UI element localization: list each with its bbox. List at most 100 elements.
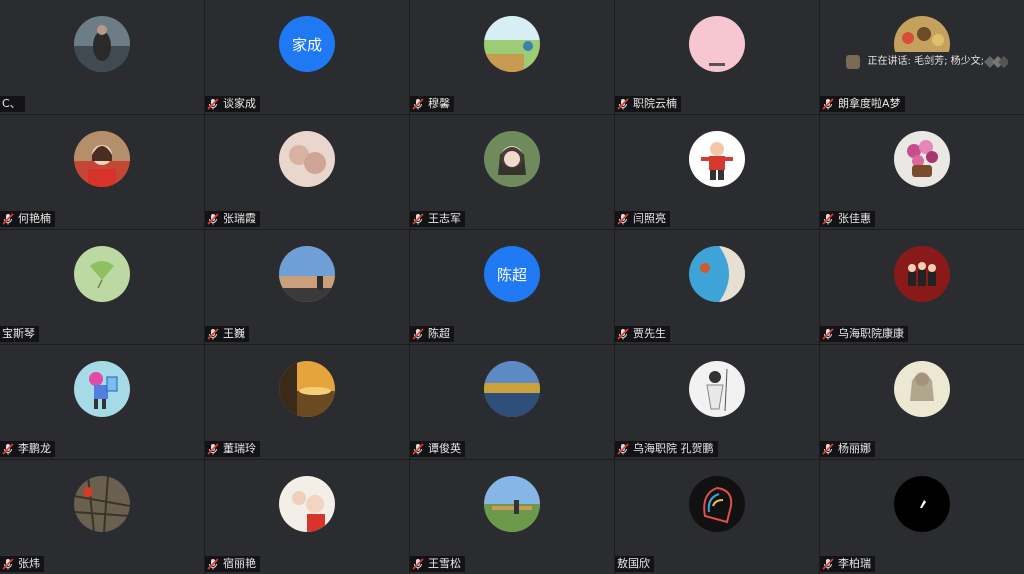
participant-tile[interactable]: C、 <box>0 0 204 114</box>
participant-tile[interactable]: 宝斯琴 <box>0 230 204 344</box>
participant-tile[interactable]: 乌海职院康康 <box>820 230 1024 344</box>
participant-name-label: C、 <box>0 96 25 112</box>
mic-muted-icon <box>412 558 424 570</box>
participant-name-label: 杨丽娜 <box>820 441 875 457</box>
participant-name: 李鹏龙 <box>18 442 51 455</box>
participant-name: 谭俊英 <box>428 442 461 455</box>
avatar <box>484 361 540 417</box>
avatar <box>689 361 745 417</box>
mic-muted-icon <box>617 443 629 455</box>
participant-name-label: 王志军 <box>410 211 465 227</box>
participant-name: 董瑞玲 <box>223 442 256 455</box>
participant-name-label: 穆馨 <box>410 96 454 112</box>
participant-name: 乌海职院 孔贺鹏 <box>633 442 714 455</box>
participant-name-label: 李柏瑞 <box>820 556 875 572</box>
participant-tile[interactable]: 贾先生 <box>615 230 819 344</box>
participant-name: 穆馨 <box>428 97 450 110</box>
participant-tile[interactable]: 何艳楠 <box>0 115 204 229</box>
participant-name-label: 张佳惠 <box>820 211 875 227</box>
avatar <box>74 361 130 417</box>
participant-name: 王巍 <box>223 327 245 340</box>
participant-name-label: 宿丽艳 <box>205 556 260 572</box>
participant-name: C、 <box>2 97 21 110</box>
participant-tile[interactable]: 杨丽娜 <box>820 345 1024 459</box>
mic-muted-icon <box>2 443 14 455</box>
mic-muted-icon <box>207 558 219 570</box>
avatar <box>894 361 950 417</box>
participant-name-label: 李鹏龙 <box>0 441 55 457</box>
participant-name-label: 王巍 <box>205 326 249 342</box>
participant-name-label: 闫照亮 <box>615 211 670 227</box>
participant-name-label: 张瑞霞 <box>205 211 260 227</box>
participant-name: 陈超 <box>428 327 450 340</box>
avatar-initials: 家成 <box>291 35 322 54</box>
avatar <box>74 476 130 532</box>
participant-name: 杨丽娜 <box>838 442 871 455</box>
mic-muted-icon <box>207 328 219 340</box>
participant-name: 敖国欣 <box>617 557 650 570</box>
mic-muted-icon <box>412 213 424 225</box>
participant-tile[interactable]: 王志军 <box>410 115 614 229</box>
participant-grid: C、 家成 谈家成 穆馨 职院云楠 朗拿度啦A梦 正在讲话: 毛剑芳; 杨少文; <box>0 0 1024 574</box>
participant-name: 张佳惠 <box>838 212 871 225</box>
participant-name-label: 朗拿度啦A梦 <box>820 96 905 112</box>
participant-name: 宝斯琴 <box>2 327 35 340</box>
participant-tile[interactable]: 王雪松 <box>410 460 614 574</box>
mic-muted-icon <box>822 98 834 110</box>
participant-tile[interactable]: 朗拿度啦A梦 正在讲话: 毛剑芳; 杨少文; <box>820 0 1024 114</box>
participant-tile[interactable]: 宿丽艳 <box>205 460 409 574</box>
participant-name-label: 谈家成 <box>205 96 260 112</box>
mic-muted-icon <box>617 98 629 110</box>
participant-name: 王雪松 <box>428 557 461 570</box>
participant-name-label: 董瑞玲 <box>205 441 260 457</box>
avatar <box>484 16 540 72</box>
mic-muted-icon <box>207 443 219 455</box>
mic-muted-icon <box>412 328 424 340</box>
participant-tile[interactable]: 乌海职院 孔贺鹏 <box>615 345 819 459</box>
mic-muted-icon <box>822 213 834 225</box>
participant-name: 张炜 <box>18 557 40 570</box>
participant-name: 宿丽艳 <box>223 557 256 570</box>
mic-muted-icon <box>207 213 219 225</box>
avatar <box>279 246 335 302</box>
avatar <box>689 246 745 302</box>
participant-name: 贾先生 <box>633 327 666 340</box>
mic-muted-icon <box>822 558 834 570</box>
participant-name: 闫照亮 <box>633 212 666 225</box>
participant-name-label: 谭俊英 <box>410 441 465 457</box>
avatar <box>74 16 130 72</box>
participant-tile[interactable]: 王巍 <box>205 230 409 344</box>
avatar <box>279 361 335 417</box>
participant-name: 王志军 <box>428 212 461 225</box>
mic-muted-icon <box>207 98 219 110</box>
participant-tile[interactable]: 敖国欣 <box>615 460 819 574</box>
participant-tile[interactable]: 李柏瑞 <box>820 460 1024 574</box>
participant-name: 谈家成 <box>223 97 256 110</box>
mic-muted-icon <box>412 443 424 455</box>
participant-tile[interactable]: 陈超 陈超 <box>410 230 614 344</box>
participant-tile[interactable]: 闫照亮 <box>615 115 819 229</box>
participant-tile[interactable]: 董瑞玲 <box>205 345 409 459</box>
avatar <box>689 476 745 532</box>
participant-tile[interactable]: 张炜 <box>0 460 204 574</box>
participant-name-label: 敖国欣 <box>615 556 654 572</box>
participant-tile[interactable]: 张瑞霞 <box>205 115 409 229</box>
participant-tile[interactable]: 职院云楠 <box>615 0 819 114</box>
participant-tile[interactable]: 家成 谈家成 <box>205 0 409 114</box>
mic-muted-icon <box>412 98 424 110</box>
participant-tile[interactable]: 谭俊英 <box>410 345 614 459</box>
participant-tile[interactable]: 张佳惠 <box>820 115 1024 229</box>
speaker-avatar-icon <box>845 55 860 69</box>
avatar <box>689 131 745 187</box>
mic-muted-icon <box>617 328 629 340</box>
active-speaker-indicator: 正在讲话: 毛剑芳; 杨少文; <box>841 52 1012 72</box>
participant-tile[interactable]: 李鹏龙 <box>0 345 204 459</box>
participant-name-label: 陈超 <box>410 326 454 342</box>
avatar <box>279 131 335 187</box>
participant-name: 乌海职院康康 <box>838 327 904 340</box>
mic-muted-icon <box>2 213 14 225</box>
speaking-wave-icon <box>984 56 1008 68</box>
participant-tile[interactable]: 穆馨 <box>410 0 614 114</box>
avatar: 陈超 <box>484 246 540 302</box>
avatar <box>74 131 130 187</box>
